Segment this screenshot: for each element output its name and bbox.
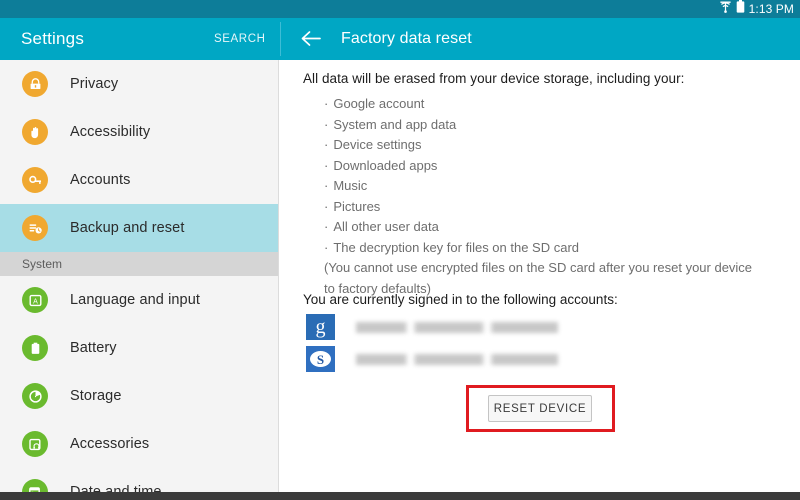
- storage-pie-icon: [22, 383, 48, 409]
- bullet-icon: ·: [324, 198, 329, 214]
- sidebar-section-header: System: [0, 252, 278, 276]
- erase-list-item-label: All other user data: [333, 219, 439, 234]
- battery-icon: [22, 335, 48, 361]
- samsung-badge-glyph: S: [310, 351, 331, 367]
- erase-list-item-label: Device settings: [333, 137, 422, 152]
- erase-items-list: · Google account · System and app data · Devi…: [324, 94, 794, 299]
- settings-title: Settings: [21, 29, 85, 48]
- reset-device-button[interactable]: RESET DEVICE: [488, 395, 592, 422]
- sidebar-item-accessories[interactable]: Accessories: [0, 420, 278, 468]
- sidebar-item-label: Accessories: [70, 436, 150, 452]
- sidebar-item-privacy[interactable]: Privacy: [0, 60, 278, 108]
- erase-list-item: · Downloaded apps: [324, 156, 794, 177]
- bullet-icon: ·: [324, 239, 329, 255]
- bullet-icon: ·: [324, 137, 329, 152]
- sidebar-item-label: Privacy: [70, 76, 119, 92]
- sidebar-item-label: Backup and reset: [70, 220, 185, 236]
- device-screen: 1:13 PM Settings SEARCH Factory data res…: [0, 0, 800, 500]
- erase-list-item: · System and app data: [324, 115, 794, 136]
- erase-list-item: · Pictures: [324, 197, 794, 218]
- status-bar: 1:13 PM: [0, 0, 800, 18]
- language-a-icon: A: [22, 287, 48, 313]
- battery-icon: [736, 0, 745, 18]
- sidebar-item-backup-and-reset[interactable]: Backup and reset: [0, 204, 278, 252]
- sidebar-item-storage[interactable]: Storage: [0, 372, 278, 420]
- sidebar-item-date-and-time[interactable]: Date and time: [0, 468, 278, 492]
- svg-text:A: A: [33, 298, 38, 305]
- back-arrow-icon[interactable]: [300, 29, 322, 53]
- search-button[interactable]: SEARCH: [214, 33, 266, 45]
- accounts-heading: You are currently signed in to the follo…: [303, 292, 618, 307]
- erase-note-line: (You cannot use encrypted files on the S…: [324, 260, 753, 275]
- bullet-icon: ·: [324, 219, 329, 234]
- sidebar-item-label: Accessibility: [70, 124, 151, 140]
- sidebar-item-language-and-input[interactable]: A Language and input: [0, 276, 278, 324]
- google-account-icon: g: [306, 314, 335, 340]
- app-bar: Settings SEARCH Factory data reset: [0, 18, 800, 60]
- sidebar-item-label: Date and time: [70, 484, 162, 492]
- app-bar-left-pane: Settings SEARCH: [0, 18, 280, 60]
- accessories-icon: [22, 431, 48, 457]
- settings-sidebar[interactable]: Privacy Accessibility Accounts Backup and r…: [0, 60, 279, 492]
- sidebar-item-battery[interactable]: Battery: [0, 324, 278, 372]
- status-time: 1:13 PM: [748, 2, 794, 16]
- erase-list-item: · Device settings: [324, 135, 794, 156]
- sidebar-item-label: Storage: [70, 388, 122, 404]
- bullet-icon: ·: [324, 178, 329, 193]
- bullet-icon: ·: [324, 157, 329, 173]
- wifi-icon: [719, 0, 732, 18]
- account-email-redacted: [356, 353, 558, 365]
- erase-list-item-label: System and app data: [333, 116, 457, 132]
- privacy-lock-icon: [22, 71, 48, 97]
- sidebar-item-label: Accounts: [70, 172, 131, 188]
- intro-text: All data will be erased from your device…: [303, 71, 685, 86]
- erase-list-item: · Music: [324, 176, 794, 197]
- erase-list-item-label: Pictures: [333, 198, 381, 214]
- erase-list-item: · Google account: [324, 94, 794, 115]
- status-icons: 1:13 PM: [719, 0, 794, 18]
- key-icon: [22, 167, 48, 193]
- erase-list-item-label: Music: [333, 178, 368, 193]
- list-item: S: [306, 346, 558, 372]
- erase-list-item: · All other user data: [324, 217, 794, 238]
- list-item: g: [306, 314, 558, 340]
- samsung-account-icon: S: [306, 346, 335, 372]
- app-bar-right-pane: Factory data reset: [281, 18, 800, 60]
- sidebar-item-accounts[interactable]: Accounts: [0, 156, 278, 204]
- sidebar-item-accessibility[interactable]: Accessibility: [0, 108, 278, 156]
- erase-list-item-label: Downloaded apps: [333, 157, 438, 173]
- erase-list-item-label: The decryption key for files on the SD c…: [333, 239, 580, 255]
- sidebar-item-label: Battery: [70, 340, 117, 356]
- factory-reset-content: All data will be erased from your device…: [280, 60, 800, 492]
- erase-list-item: · The decryption key for files on the SD …: [324, 238, 794, 259]
- bullet-icon: ·: [324, 116, 329, 132]
- bottom-navigation-bar: [0, 492, 800, 500]
- backup-reset-icon: [22, 215, 48, 241]
- page-title: Factory data reset: [341, 30, 472, 47]
- account-email-redacted: [356, 321, 558, 333]
- sidebar-item-label: Language and input: [70, 292, 201, 308]
- erase-list-item-label: Google account: [333, 96, 425, 111]
- bullet-icon: ·: [324, 96, 329, 111]
- hand-icon: [22, 119, 48, 145]
- calendar-clock-icon: [22, 479, 48, 492]
